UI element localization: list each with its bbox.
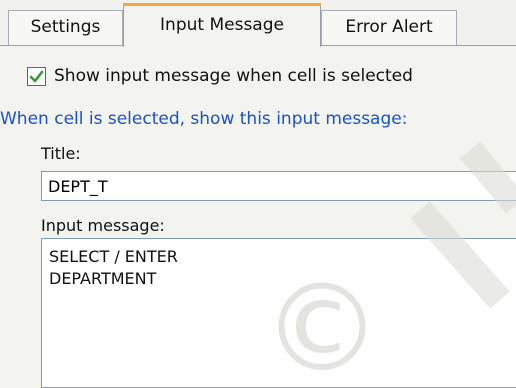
title-input[interactable] [41,171,516,201]
input-message-label: Input message: [41,216,165,235]
show-input-message-option[interactable]: Show input message when cell is selected [27,65,413,87]
section-label: When cell is selected, show this input m… [0,109,408,129]
input-message-textarea[interactable]: SELECT / ENTER DEPARTMENT [41,238,516,388]
tab-bar: Settings Input Message Error Alert [0,0,516,47]
checkmark-icon [29,70,44,82]
tab-error-alert[interactable]: Error Alert [321,10,457,45]
title-label: Title: [41,144,81,163]
show-input-message-checkbox[interactable] [27,66,46,86]
show-input-message-label: Show input message when cell is selected [54,66,413,86]
tab-input-message[interactable]: Input Message [123,3,321,47]
tab-settings[interactable]: Settings [8,10,123,45]
